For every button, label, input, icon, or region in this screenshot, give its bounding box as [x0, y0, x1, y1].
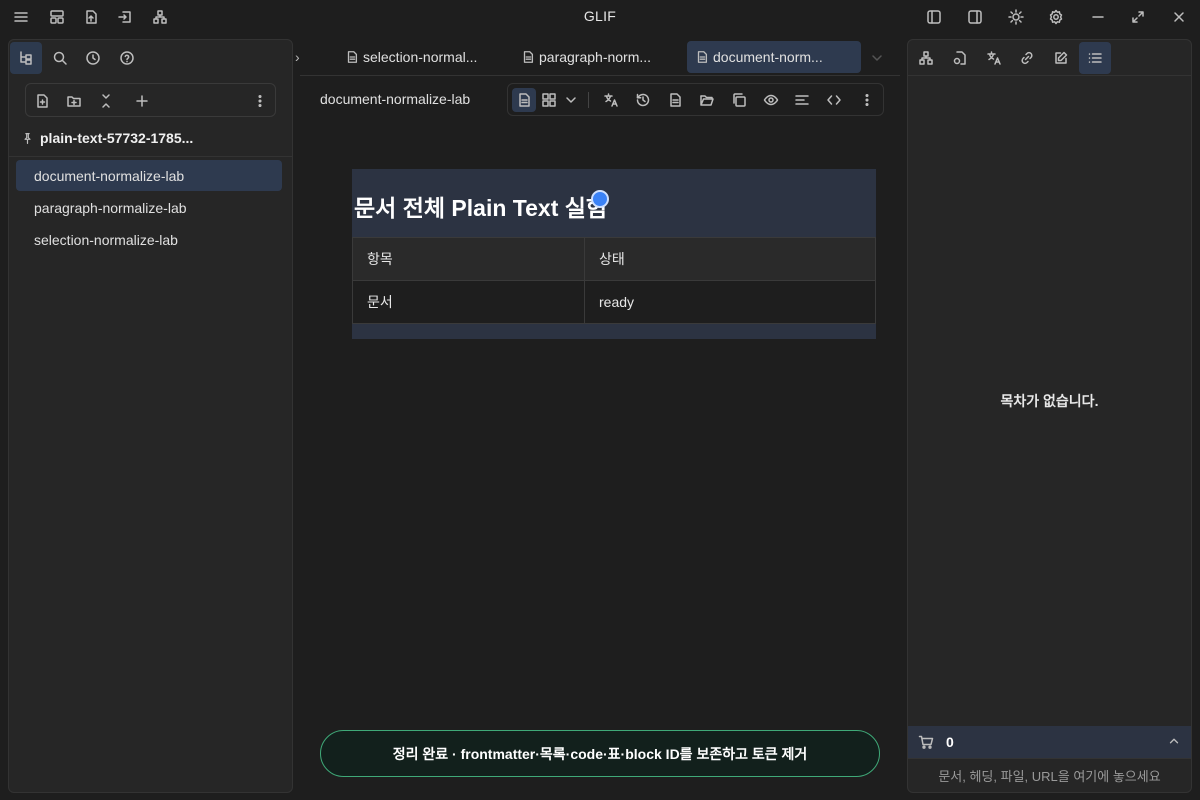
divider [908, 75, 1191, 76]
drop-zone-placeholder: 문서, 헤딩, 파일, URL을 여기에 놓으세요 [938, 769, 1161, 784]
backlink-file-icon [953, 51, 966, 65]
list-icon [1088, 53, 1102, 63]
divider [588, 92, 589, 108]
tab-graph[interactable] [910, 42, 942, 74]
edit-icon [1055, 51, 1068, 64]
document-info-icon[interactable] [663, 88, 687, 112]
table-header-row: 항목 상태 [352, 237, 876, 281]
toast-message: 정리 완료 · frontmatter·목록·code·표·block ID를 … [392, 745, 808, 762]
document-heading[interactable]: 문서 전체 Plain Text 실험 [354, 189, 607, 223]
file-item-selection-normalize-lab[interactable]: selection-normalize-lab [16, 224, 282, 255]
tab-label: paragraph-norm... [539, 49, 652, 65]
table-cell[interactable]: 문서 [352, 280, 585, 324]
graph-icon [919, 51, 933, 65]
file-item-label: paragraph-normalize-lab [34, 199, 187, 216]
code-icon[interactable] [822, 88, 846, 112]
status-toast: 정리 완료 · frontmatter·목록·code·표·block ID를 … [320, 730, 880, 777]
align-left-icon[interactable] [790, 88, 814, 112]
tab-document-normalize-lab[interactable]: document-norm... [687, 41, 861, 73]
tab-file-tree[interactable] [10, 42, 42, 74]
settings-gear-icon[interactable] [1044, 5, 1068, 29]
tab-links[interactable] [1011, 42, 1043, 74]
document-title: document-normalize-lab [320, 91, 471, 107]
minimize-icon[interactable] [1086, 5, 1110, 29]
maximize-icon[interactable] [1126, 5, 1150, 29]
tab-overflow-indicator: › [295, 49, 300, 65]
left-sidebar-toggle-icon[interactable] [922, 5, 946, 29]
file-item-label: selection-normalize-lab [34, 231, 178, 248]
tab-bar: › selection-normal... paragraph-norm... … [293, 39, 907, 75]
cursor-indicator [591, 190, 609, 208]
tab-list-chevron-icon[interactable] [869, 50, 885, 66]
history-icon[interactable] [631, 88, 655, 112]
new-file-icon[interactable] [33, 92, 51, 110]
chevron-down-icon[interactable] [559, 88, 583, 112]
pin-icon [24, 132, 31, 144]
tab-backlinks[interactable] [944, 42, 976, 74]
cart-bar[interactable]: 0 [908, 726, 1191, 758]
search-icon [53, 51, 67, 65]
translate-icon[interactable] [599, 88, 623, 112]
table-row: 문서 ready [352, 280, 876, 324]
chevron-up-icon[interactable] [1167, 734, 1181, 748]
translate-icon [987, 51, 1001, 65]
right-sidebar-toggle-icon[interactable] [963, 5, 987, 29]
document-icon [523, 51, 534, 63]
view-toolbar [507, 83, 884, 116]
tab-selection-normalize-lab[interactable]: selection-normal... [337, 41, 487, 73]
help-icon [120, 51, 134, 65]
more-options-icon[interactable] [855, 88, 879, 112]
folder-open-icon[interactable] [695, 88, 719, 112]
table-cell[interactable]: ready [584, 280, 876, 324]
tab-paragraph-normalize-lab[interactable]: paragraph-norm... [513, 41, 663, 73]
document-icon [347, 51, 358, 63]
file-item-label: document-normalize-lab [34, 167, 185, 184]
divider [300, 75, 900, 76]
tab-search[interactable] [44, 42, 76, 74]
reading-view-icon[interactable] [512, 88, 536, 112]
tab-outline[interactable] [1079, 42, 1111, 74]
file-tree-icon [20, 51, 32, 65]
preview-eye-icon[interactable] [759, 88, 783, 112]
toc-empty-message: 목차가 없습니다. [1000, 393, 1099, 409]
selected-content-block[interactable]: 문서 전체 Plain Text 실험 항목 상태 문서 ready [352, 169, 876, 339]
tab-recent[interactable] [77, 42, 109, 74]
close-icon[interactable] [1167, 5, 1191, 29]
status-table: 항목 상태 문서 ready [352, 237, 876, 324]
tab-translate[interactable] [978, 42, 1010, 74]
add-icon[interactable] [133, 92, 151, 110]
divider [9, 156, 292, 157]
new-folder-icon[interactable] [65, 92, 83, 110]
link-icon [1021, 51, 1033, 65]
theme-sun-icon[interactable] [1004, 5, 1028, 29]
file-item-document-normalize-lab[interactable]: document-normalize-lab [16, 160, 282, 191]
vault-name: plain-text-57732-1785... [40, 130, 194, 146]
collapse-all-icon[interactable] [97, 92, 115, 110]
table-header-cell[interactable]: 상태 [584, 237, 876, 281]
vault-header[interactable]: plain-text-57732-1785... [21, 128, 193, 148]
cart-icon [918, 735, 934, 749]
copy-icon[interactable] [727, 88, 751, 112]
cart-count: 0 [946, 734, 954, 750]
grid-view-icon[interactable] [537, 88, 561, 112]
file-toolbar [25, 83, 276, 117]
tab-label: document-norm... [713, 49, 823, 65]
clock-icon [86, 51, 100, 65]
title-bar: GLIF [0, 0, 1200, 33]
table-header-cell[interactable]: 항목 [352, 237, 585, 281]
right-sidebar: 목차가 없습니다. 0 문서, 헤딩, 파일, URL을 여기에 놓으세요 [907, 39, 1192, 793]
left-sidebar: plain-text-57732-1785... document-normal… [8, 39, 293, 793]
more-options-icon[interactable] [251, 92, 269, 110]
drop-zone[interactable]: 문서, 헤딩, 파일, URL을 여기에 놓으세요 [908, 758, 1191, 792]
document-icon [697, 51, 708, 63]
tab-label: selection-normal... [363, 49, 478, 65]
tab-edit[interactable] [1045, 42, 1077, 74]
file-item-paragraph-normalize-lab[interactable]: paragraph-normalize-lab [16, 192, 282, 223]
tab-help[interactable] [111, 42, 143, 74]
